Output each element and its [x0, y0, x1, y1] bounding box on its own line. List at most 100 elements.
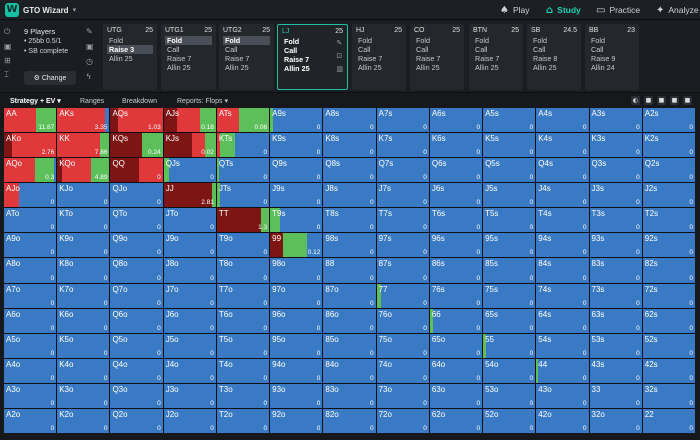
- hand-cell[interactable]: 64o 0: [429, 358, 483, 383]
- hand-cell[interactable]: K5o 0: [57, 333, 110, 358]
- action-option[interactable]: Raise 7: [473, 54, 519, 63]
- tab-strategy-ev[interactable]: Strategy + EV ▾: [10, 96, 61, 107]
- tab-ranges[interactable]: Ranges: [80, 96, 104, 107]
- hand-cell[interactable]: T5s 0: [483, 208, 536, 233]
- hand-cell[interactable]: KJs 0.02: [163, 133, 216, 158]
- action-option[interactable]: Fold: [473, 36, 519, 45]
- position-lj[interactable]: LJ 25 Fold Call Raise 7 Allin 25 ✎ ⊡ ▥: [277, 24, 348, 90]
- hand-cell[interactable]: 32o 0: [589, 408, 642, 433]
- hand-cell[interactable]: 75o 0: [376, 333, 429, 358]
- hand-cell[interactable]: K9o 0: [57, 233, 110, 258]
- action-option[interactable]: Call: [414, 45, 460, 54]
- hand-cell[interactable]: ATs 0.06: [216, 108, 270, 133]
- hand-cell[interactable]: QJs 0: [163, 158, 216, 183]
- hand-cell[interactable]: 98o 0: [270, 258, 323, 283]
- hand-cell[interactable]: QTo 0: [110, 208, 163, 233]
- hand-cell[interactable]: T6s 0: [429, 208, 483, 233]
- hand-cell[interactable]: 53s 0: [589, 333, 642, 358]
- hand-cell[interactable]: Q5s 0: [483, 158, 536, 183]
- action-option[interactable]: Fold: [414, 36, 460, 45]
- hand-cell[interactable]: 74o 0: [376, 358, 429, 383]
- hand-cell[interactable]: 42o 0: [536, 408, 589, 433]
- hand-cell[interactable]: 52s 0: [642, 333, 695, 358]
- hand-cell[interactable]: A9s 0: [270, 108, 323, 133]
- hand-cell[interactable]: 97o 0: [270, 283, 323, 308]
- position-utg2[interactable]: UTG2 25 Fold Call Raise 7 Allin 25: [219, 24, 274, 90]
- hand-cell[interactable]: J9s 0: [270, 183, 323, 208]
- hand-cell[interactable]: 97s 0: [376, 233, 429, 258]
- hand-cell[interactable]: T2o 0: [216, 408, 270, 433]
- action-option[interactable]: Call: [473, 45, 519, 54]
- hand-cell[interactable]: J4s 0: [536, 183, 589, 208]
- nav-analyze[interactable]: ✦ Analyze: [656, 0, 699, 20]
- hand-cell[interactable]: 63o 0: [429, 383, 483, 408]
- hand-cell[interactable]: 83s 0: [589, 258, 642, 283]
- action-option[interactable]: Fold: [165, 36, 212, 45]
- hand-cell[interactable]: J7s 0: [376, 183, 429, 208]
- hand-cell[interactable]: A4o 0: [4, 358, 57, 383]
- hand-cell[interactable]: 55 0: [483, 333, 536, 358]
- hand-cell[interactable]: K7s 0: [376, 133, 429, 158]
- hand-cell[interactable]: J2o 0: [163, 408, 216, 433]
- clock-icon[interactable]: ◷: [86, 57, 94, 66]
- action-option[interactable]: Allin 25: [223, 63, 270, 72]
- hand-cell[interactable]: Q2s 0: [642, 158, 695, 183]
- hand-cell[interactable]: 74s 0: [536, 283, 589, 308]
- hand-cell[interactable]: K4s 0: [536, 133, 589, 158]
- hand-cell[interactable]: Q3o 0: [110, 383, 163, 408]
- nav-study[interactable]: ⌂ Study: [546, 0, 581, 20]
- hand-cell[interactable]: A6o 0: [4, 308, 57, 333]
- hand-cell[interactable]: 62o 0: [429, 408, 483, 433]
- hand-cell[interactable]: 77 0: [376, 283, 429, 308]
- hand-cell[interactable]: Q5o 0: [110, 333, 163, 358]
- action-option[interactable]: Fold: [356, 36, 402, 45]
- square-icon[interactable]: ■: [670, 96, 679, 105]
- hand-cell[interactable]: J5o 0: [163, 333, 216, 358]
- hand-cell[interactable]: 65s 0: [483, 308, 536, 333]
- hand-cell[interactable]: JJ 2.81: [163, 183, 216, 208]
- save-icon[interactable]: ▣: [4, 42, 14, 51]
- hand-cell[interactable]: 73s 0: [589, 283, 642, 308]
- hand-cell[interactable]: 72o 0: [376, 408, 429, 433]
- position-utg1[interactable]: UTG1 25 Fold Call Raise 7 Allin 25: [161, 24, 216, 90]
- grid-icon[interactable]: ⊞: [4, 56, 14, 65]
- action-option[interactable]: Call: [223, 45, 270, 54]
- hand-cell[interactable]: J8o 0: [163, 258, 216, 283]
- action-option[interactable]: Fold: [589, 36, 635, 45]
- position-btn[interactable]: BTN 25 Fold Call Raise 7 Allin 25: [469, 24, 523, 90]
- hand-cell[interactable]: Q9s 0: [270, 158, 323, 183]
- hand-cell[interactable]: TT 1.3: [216, 208, 270, 233]
- hand-cell[interactable]: 22 0: [642, 408, 695, 433]
- square-icon[interactable]: ■: [644, 96, 653, 105]
- hand-cell[interactable]: 43o 0: [536, 383, 589, 408]
- hand-cell[interactable]: AQo 0.3: [4, 158, 57, 183]
- hand-cell[interactable]: J3s 0: [589, 183, 642, 208]
- hand-cell[interactable]: KK 7.86: [57, 133, 110, 158]
- hand-cell[interactable]: K6s 0: [429, 133, 483, 158]
- hand-cell[interactable]: AKo 2.76: [4, 133, 57, 158]
- hand-cell[interactable]: Q3s 0: [589, 158, 642, 183]
- hand-cell[interactable]: 99 0.12: [270, 233, 323, 258]
- nav-practice[interactable]: ▭ Practice: [596, 0, 640, 20]
- hand-cell[interactable]: 54s 0: [536, 333, 589, 358]
- hand-cell[interactable]: Q4o 0: [110, 358, 163, 383]
- power-icon[interactable]: ⏻: [4, 27, 14, 37]
- hand-cell[interactable]: 42s 0: [642, 358, 695, 383]
- hand-cell[interactable]: Q9o 0: [110, 233, 163, 258]
- hand-cell[interactable]: 82s 0: [642, 258, 695, 283]
- hand-cell[interactable]: K8s 0: [323, 133, 376, 158]
- hand-cell[interactable]: 82o 0: [323, 408, 376, 433]
- hand-cell[interactable]: T9o 0: [216, 233, 270, 258]
- hand-cell[interactable]: 95o 0: [270, 333, 323, 358]
- hand-cell[interactable]: 85o 0: [323, 333, 376, 358]
- hand-cell[interactable]: T3o 0: [216, 383, 270, 408]
- hand-cell[interactable]: 73o 0: [376, 383, 429, 408]
- pencil-icon[interactable]: ✎: [86, 27, 94, 36]
- hand-cell[interactable]: 96s 0: [429, 233, 483, 258]
- hand-cell[interactable]: 75s 0: [483, 283, 536, 308]
- hand-cell[interactable]: 64s 0: [536, 308, 589, 333]
- hand-cell[interactable]: 84s 0: [536, 258, 589, 283]
- hand-cell[interactable]: T3s 0: [589, 208, 642, 233]
- hand-cell[interactable]: A8s 0: [323, 108, 376, 133]
- action-option[interactable]: Call: [531, 45, 577, 54]
